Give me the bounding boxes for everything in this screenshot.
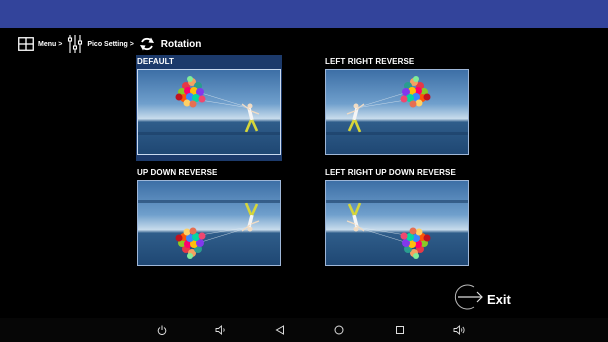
rotation-option-left-right-reverse[interactable]: LEFT RIGHT REVERSE <box>324 55 470 161</box>
back-icon[interactable] <box>273 323 287 337</box>
arrow-right-circle-icon <box>450 282 484 317</box>
breadcrumb: Menu > Pico Setting > Rotation <box>18 33 201 55</box>
sliders-icon <box>67 34 83 54</box>
preview-image <box>325 69 469 155</box>
rotation-option-up-down-reverse[interactable]: UP DOWN REVERSE <box>136 166 282 272</box>
preview-image <box>137 180 281 266</box>
exit-button[interactable]: Exit <box>450 282 511 317</box>
preview-image <box>137 69 281 155</box>
navigation-bar <box>0 318 608 342</box>
grid-icon[interactable] <box>18 37 34 51</box>
option-label: LEFT RIGHT UP DOWN REVERSE <box>325 168 456 177</box>
rotate-icon <box>139 36 155 52</box>
page-title: Rotation <box>160 38 202 50</box>
status-bar <box>0 0 608 28</box>
option-label: LEFT RIGHT REVERSE <box>325 57 415 66</box>
breadcrumb-pico-setting[interactable]: Pico Setting > <box>87 41 133 48</box>
rotation-option-left-right-up-down-reverse[interactable]: LEFT RIGHT UP DOWN REVERSE <box>324 166 470 272</box>
exit-label: Exit <box>487 292 511 307</box>
rotation-option-default[interactable]: DEFAULT <box>136 55 282 161</box>
preview-image <box>325 180 469 266</box>
option-label: UP DOWN REVERSE <box>137 168 218 177</box>
volume-down-icon[interactable] <box>214 323 228 337</box>
volume-up-icon[interactable] <box>452 323 466 337</box>
power-icon[interactable] <box>155 323 169 337</box>
breadcrumb-menu[interactable]: Menu > <box>38 41 62 48</box>
recents-icon[interactable] <box>393 323 407 337</box>
option-label: DEFAULT <box>137 57 174 66</box>
home-icon[interactable] <box>332 323 346 337</box>
